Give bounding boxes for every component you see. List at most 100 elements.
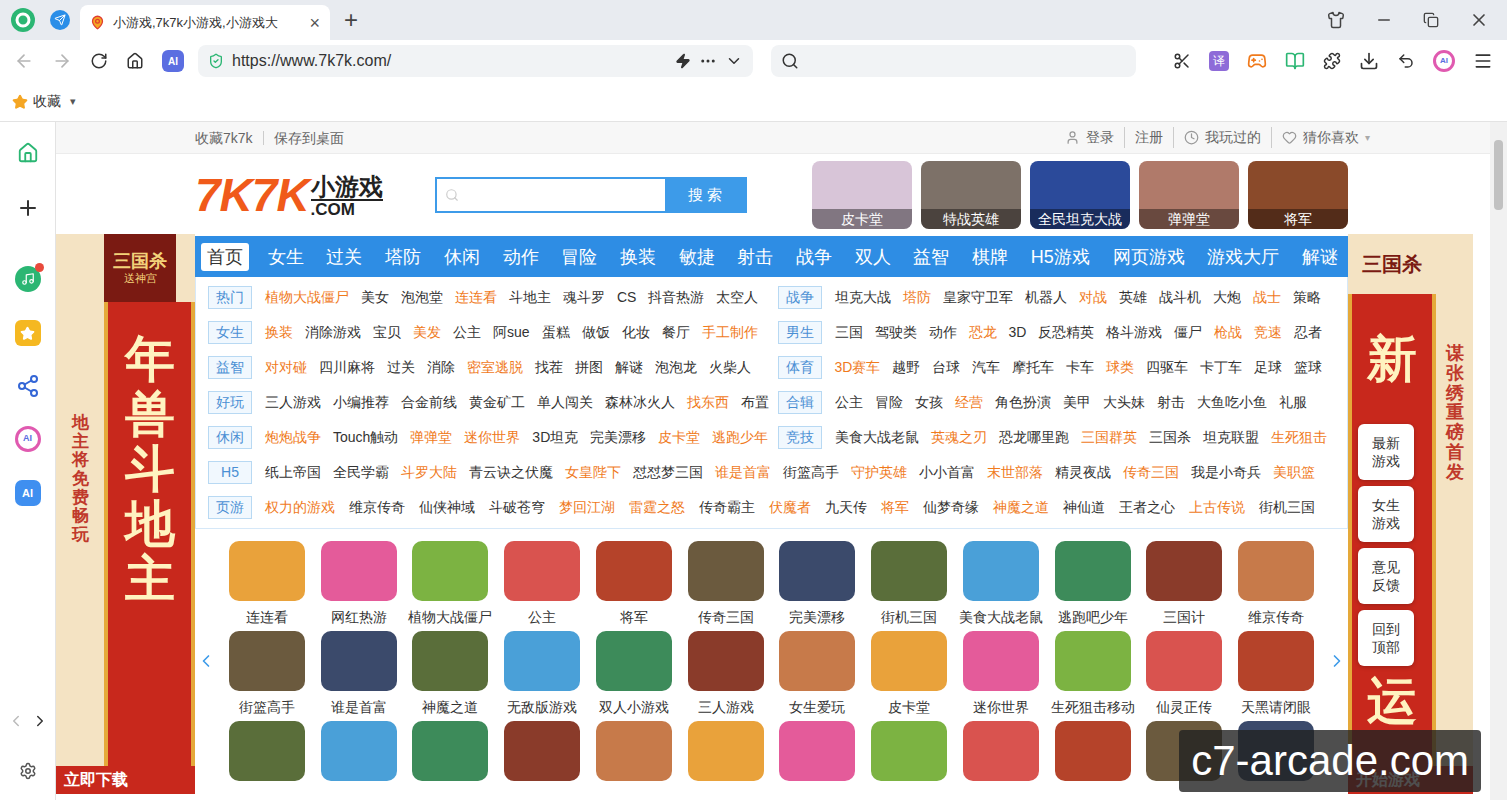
category-link[interactable]: 宝贝 [373,322,401,343]
game-tile[interactable] [772,721,864,781]
category-link[interactable]: 做饭 [582,322,610,343]
category-link[interactable]: 反恐精英 [1038,322,1094,343]
category-link[interactable]: 炮炮战争 [265,427,321,448]
featured-game[interactable]: 特战英雄 [921,161,1021,229]
category-link[interactable]: 女孩 [915,392,943,413]
category-link[interactable]: 魂斗罗 [563,287,605,308]
category-link[interactable]: 3D [1009,322,1027,343]
nav-item[interactable]: 换装 [616,243,660,271]
category-label[interactable]: H5 [208,461,252,484]
category-link[interactable]: 末世部落 [987,462,1043,483]
pinned-tab-icon[interactable] [50,10,70,30]
forward-icon[interactable] [52,51,72,71]
category-link[interactable]: 找茬 [535,357,563,378]
category-link[interactable]: 公主 [835,392,863,413]
game-tile[interactable]: 三国计 [1139,541,1231,627]
category-link[interactable]: 驾驶类 [875,322,917,343]
user-link[interactable]: 猜你喜欢▾ [1271,127,1370,148]
category-link[interactable]: 仙侠神域 [419,497,475,518]
nav-item[interactable]: 战争 [792,243,836,271]
category-link[interactable]: 美甲 [1063,392,1091,413]
category-label[interactable]: 益智 [208,356,252,379]
ai-badge[interactable]: AI [162,50,184,72]
game-tile[interactable] [955,721,1047,781]
new-tab-button[interactable]: + [344,8,358,32]
category-link[interactable]: 合金前线 [401,392,457,413]
network-icon[interactable] [16,374,40,398]
game-tile[interactable]: 神魔之道 [405,631,497,717]
category-label[interactable]: 战争 [778,286,822,309]
category-link[interactable]: 三国群英 [1081,427,1137,448]
category-link[interactable]: 皮卡堂 [658,427,700,448]
category-link[interactable]: 上古传说 [1189,497,1245,518]
add-icon[interactable] [16,196,40,220]
favorites-app[interactable] [15,320,41,346]
game-tile[interactable]: 街篮高手 [221,631,313,717]
category-link[interactable]: Touch触动 [333,427,398,448]
settings-icon[interactable] [19,762,37,780]
collapse-icon[interactable] [7,712,25,730]
featured-game[interactable]: 皮卡堂 [812,161,912,229]
category-link[interactable]: 逃跑少年 [712,427,768,448]
translate-button[interactable]: 译 [1209,51,1229,71]
nav-item[interactable]: 冒险 [557,243,601,271]
category-link[interactable]: 斗破苍穹 [489,497,545,518]
category-link[interactable]: 女皇陛下 [565,462,621,483]
category-link[interactable]: 连连看 [455,287,497,308]
category-link[interactable]: 街篮高手 [783,462,839,483]
category-link[interactable]: 小编推荐 [333,392,389,413]
featured-game[interactable]: 将军 [1248,161,1348,229]
category-link[interactable]: 传奇霸主 [699,497,755,518]
category-link[interactable]: 生死狙击 [1271,427,1327,448]
right-ad-banner[interactable]: 三国杀新运谋张绣重磅首发开始游戏最新游戏女生游戏意见反馈回到顶部 [1348,154,1473,794]
category-link[interactable]: 枪战 [1214,322,1242,343]
game-tile[interactable]: 迷你世界 [955,631,1047,717]
game-tile[interactable]: 植物大战僵尸 [405,541,497,627]
category-link[interactable]: 英魂之刃 [931,427,987,448]
game-tile[interactable] [405,721,497,781]
nav-item[interactable]: 动作 [499,243,543,271]
category-link[interactable]: 布置 [741,392,769,413]
category-label[interactable]: 热门 [208,286,252,309]
home-icon[interactable] [17,142,39,164]
category-link[interactable]: 礼服 [1279,392,1307,413]
featured-game[interactable]: 全民坦克大战 [1030,161,1130,229]
game-tile[interactable] [1047,721,1139,781]
category-link[interactable]: 卡车 [1066,357,1094,378]
category-link[interactable]: 怼怼梦三国 [633,462,703,483]
game-tile[interactable]: 天黑请闭眼 [1230,631,1322,717]
category-link[interactable]: 四驱车 [1146,357,1188,378]
menu-icon[interactable] [1473,51,1493,71]
floating-button[interactable]: 最新游戏 [1358,424,1414,480]
category-link[interactable]: 恐龙哪里跑 [999,427,1069,448]
category-link[interactable]: 王者之心 [1119,497,1175,518]
category-link[interactable]: 3D赛车 [835,357,881,378]
category-link[interactable]: 台球 [932,357,960,378]
game-tile[interactable]: 传奇三国 [680,541,772,627]
category-link[interactable]: 我是小奇兵 [1191,462,1261,483]
category-link[interactable]: 换装 [265,322,293,343]
ai-writer-app[interactable]: AI [15,480,41,506]
ai-assistant-button[interactable]: AI [1433,50,1455,72]
category-link[interactable]: 森林冰火人 [605,392,675,413]
category-link[interactable]: 美职篮 [1273,462,1315,483]
game-tile[interactable]: 维京传奇 [1230,541,1322,627]
category-label[interactable]: 合辑 [778,391,822,414]
category-link[interactable]: 汽车 [972,357,1000,378]
category-link[interactable]: 大鱼吃小鱼 [1197,392,1267,413]
category-label[interactable]: 休闲 [208,426,252,449]
category-link[interactable]: 经营 [955,392,983,413]
scrollbar[interactable] [1490,122,1507,800]
game-tile[interactable]: 将军 [588,541,680,627]
game-tile[interactable]: 女生爱玩 [772,631,864,717]
close-window-icon[interactable] [1469,10,1489,30]
category-link[interactable]: 卡丁车 [1200,357,1242,378]
speed-icon[interactable] [675,53,691,69]
category-link[interactable]: 传奇三国 [1123,462,1179,483]
game-tile[interactable]: 公主 [496,541,588,627]
category-link[interactable]: 3D坦克 [532,427,578,448]
category-link[interactable]: 塔防 [903,287,931,308]
user-link[interactable]: 登录 [1065,127,1114,148]
category-link[interactable]: 小小首富 [919,462,975,483]
category-link[interactable]: 皇家守卫军 [943,287,1013,308]
